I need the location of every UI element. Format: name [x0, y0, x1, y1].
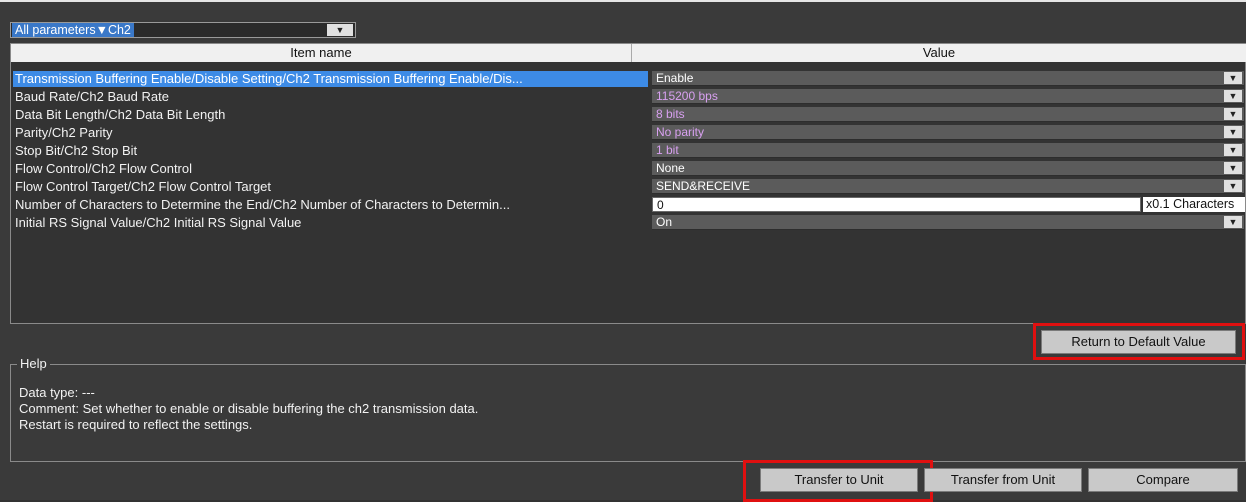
row-item-name: Data Bit Length/Ch2 Data Bit Length — [15, 107, 226, 122]
row-item-name: Transmission Buffering Enable/Disable Se… — [13, 71, 648, 87]
row-item-name: Stop Bit/Ch2 Stop Bit — [15, 143, 138, 158]
transfer-from-unit-button[interactable]: Transfer from Unit — [924, 468, 1082, 492]
table-row[interactable]: Stop Bit/Ch2 Stop Bit 1 bit ▼ — [11, 143, 1245, 159]
chevron-down-icon[interactable]: ▼ — [1224, 180, 1242, 192]
table-row[interactable]: Baud Rate/Ch2 Baud Rate 115200 bps ▼ — [11, 89, 1245, 105]
parameter-filter-value: All parameters▼Ch2 — [12, 23, 134, 37]
table-row[interactable]: Transmission Buffering Enable/Disable Se… — [11, 71, 1245, 87]
row-value-text: None — [656, 161, 685, 175]
row-value-dropdown[interactable]: Enable ▼ — [652, 71, 1244, 86]
chevron-down-icon[interactable]: ▼ — [327, 24, 353, 36]
help-data-type: Data type: --- — [19, 385, 95, 400]
help-comment: Comment: Set whether to enable or disabl… — [19, 401, 479, 416]
table-row[interactable]: Number of Characters to Determine the En… — [11, 197, 1245, 213]
row-value-dropdown[interactable]: 1 bit ▼ — [652, 143, 1244, 158]
row-value-dropdown[interactable]: 115200 bps ▼ — [652, 89, 1244, 104]
row-item-name: Flow Control/Ch2 Flow Control — [15, 161, 193, 176]
highlight-box — [1033, 323, 1245, 360]
row-value-text: No parity — [656, 125, 705, 139]
chevron-down-icon[interactable]: ▼ — [1224, 162, 1242, 174]
row-item-name: Initial RS Signal Value/Ch2 Initial RS S… — [15, 215, 302, 230]
row-value-dropdown[interactable]: 8 bits ▼ — [652, 107, 1244, 122]
row-value-text: 8 bits — [656, 107, 685, 121]
chevron-down-icon[interactable]: ▼ — [1224, 126, 1242, 138]
row-item-name: Flow Control Target/Ch2 Flow Control Tar… — [15, 179, 272, 194]
table-row[interactable]: Flow Control/Ch2 Flow Control None ▼ — [11, 161, 1245, 177]
row-value-text: Enable — [656, 71, 694, 85]
highlight-box — [743, 460, 933, 502]
row-item-name: Baud Rate/Ch2 Baud Rate — [15, 89, 169, 104]
row-value-text: On — [656, 215, 673, 229]
row-value-dropdown[interactable]: No parity ▼ — [652, 125, 1244, 140]
chevron-down-icon[interactable]: ▼ — [1224, 72, 1242, 84]
row-value-dropdown[interactable]: None ▼ — [652, 161, 1244, 176]
row-value-text: SEND&RECEIVE — [656, 179, 751, 193]
help-panel: Help Data type: --- Comment: Set whether… — [10, 356, 1246, 462]
help-title: Help — [17, 356, 50, 371]
help-restart-note: Restart is required to reflect the setti… — [19, 417, 253, 432]
table-row[interactable]: Flow Control Target/Ch2 Flow Control Tar… — [11, 179, 1245, 195]
chevron-down-icon[interactable]: ▼ — [1224, 108, 1242, 120]
parameter-grid: Item name Value Transmission Buffering E… — [10, 43, 1246, 324]
row-value-dropdown[interactable]: SEND&RECEIVE ▼ — [652, 179, 1244, 194]
column-header-value[interactable]: Value — [632, 44, 1246, 62]
row-item-name: Number of Characters to Determine the En… — [15, 197, 510, 212]
column-header-item-name[interactable]: Item name — [11, 44, 632, 62]
row-value-input[interactable]: 0 — [652, 197, 1141, 212]
row-value-dropdown[interactable]: On ▼ — [652, 215, 1244, 230]
chevron-down-icon[interactable]: ▼ — [1224, 90, 1242, 102]
row-value-text: 1 bit — [656, 143, 679, 157]
row-item-name: Parity/Ch2 Parity — [15, 125, 113, 140]
table-row[interactable]: Data Bit Length/Ch2 Data Bit Length 8 bi… — [11, 107, 1245, 123]
chevron-down-icon[interactable]: ▼ — [1224, 216, 1242, 228]
chevron-down-icon[interactable]: ▼ — [1224, 144, 1242, 156]
compare-button[interactable]: Compare — [1088, 468, 1238, 492]
table-row[interactable]: Parity/Ch2 Parity No parity ▼ — [11, 125, 1245, 141]
row-value-unit: x0.1 Characters — [1143, 197, 1245, 212]
parameter-filter-dropdown[interactable]: All parameters▼Ch2 ▼ — [10, 22, 356, 38]
parameter-editor: All parameters▼Ch2 ▼ Item name Value Tra… — [0, 0, 1246, 502]
table-row[interactable]: Initial RS Signal Value/Ch2 Initial RS S… — [11, 215, 1245, 231]
row-value-text: 115200 bps — [656, 89, 718, 103]
